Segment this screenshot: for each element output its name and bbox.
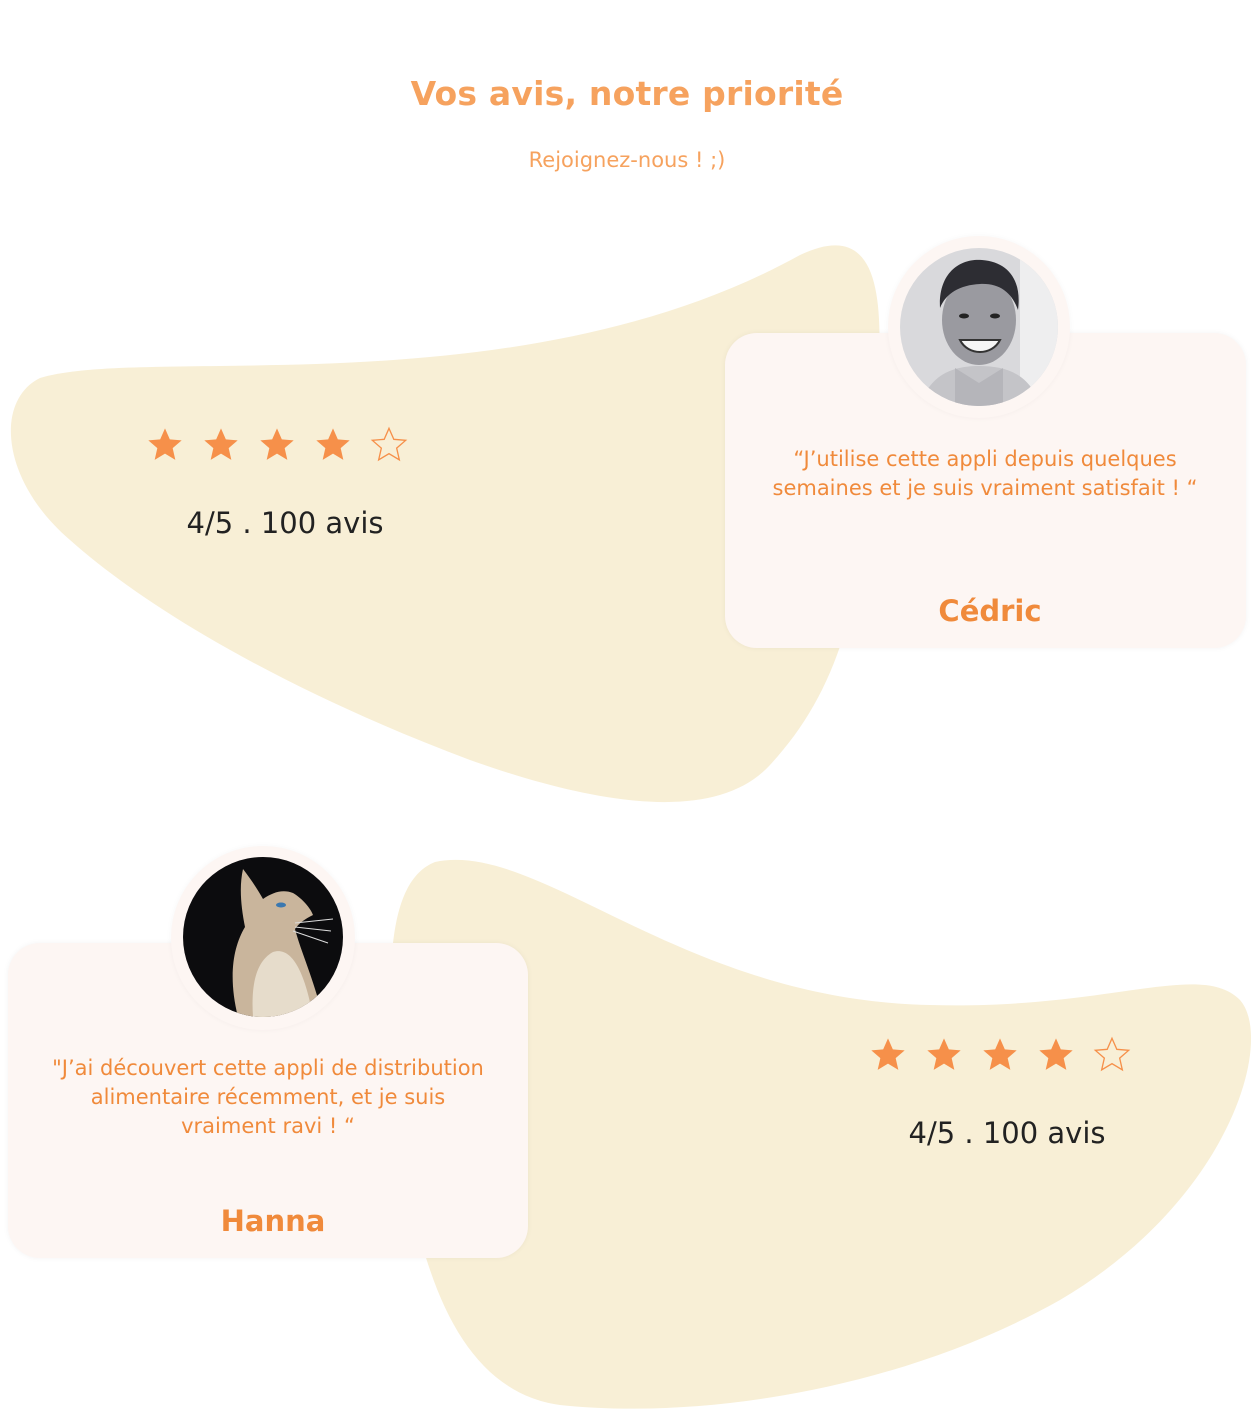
star-filled-icon: [983, 1038, 1017, 1070]
rating-summary: 4/5 . 100 avis: [908, 1116, 1106, 1150]
star-filled-icon: [260, 428, 294, 460]
review-author: Cédric: [938, 594, 1042, 628]
star-filled-icon: [1039, 1038, 1073, 1070]
star-rating: [868, 1035, 1132, 1075]
star-empty-icon: [370, 426, 408, 462]
star-rating: [145, 425, 409, 465]
quote-line: “J’utilise cette appli depuis quelques: [793, 447, 1177, 471]
star-empty-icon: [1093, 1036, 1131, 1072]
man-portrait-photo: [900, 248, 1058, 406]
star-filled-icon: [204, 428, 238, 460]
avatar: [183, 857, 343, 1017]
quote-line: alimentaire récemment, et je suis: [90, 1085, 446, 1109]
quote-line: semaines et je suis vraiment satisfait !…: [772, 476, 1198, 500]
review-quote: "J’ai découvert cette appli de distribut…: [18, 1054, 518, 1141]
star-filled-icon: [316, 428, 350, 460]
quote-line: vraiment ravi ! “: [181, 1114, 355, 1138]
cat-portrait-photo: [183, 857, 343, 1017]
review-author: Hanna: [220, 1204, 326, 1238]
avatar: [900, 248, 1058, 406]
star-filled-icon: [148, 428, 182, 460]
star-filled-icon: [871, 1038, 905, 1070]
review-quote: “J’utilise cette appli depuis quelques s…: [735, 445, 1235, 503]
quote-line: "J’ai découvert cette appli de distribut…: [52, 1056, 484, 1080]
page-subtitle: Rejoignez-nous ! ;): [528, 148, 726, 172]
star-filled-icon: [927, 1038, 961, 1070]
page-title: Vos avis, notre priorité: [410, 74, 844, 113]
rating-summary: 4/5 . 100 avis: [186, 506, 384, 540]
